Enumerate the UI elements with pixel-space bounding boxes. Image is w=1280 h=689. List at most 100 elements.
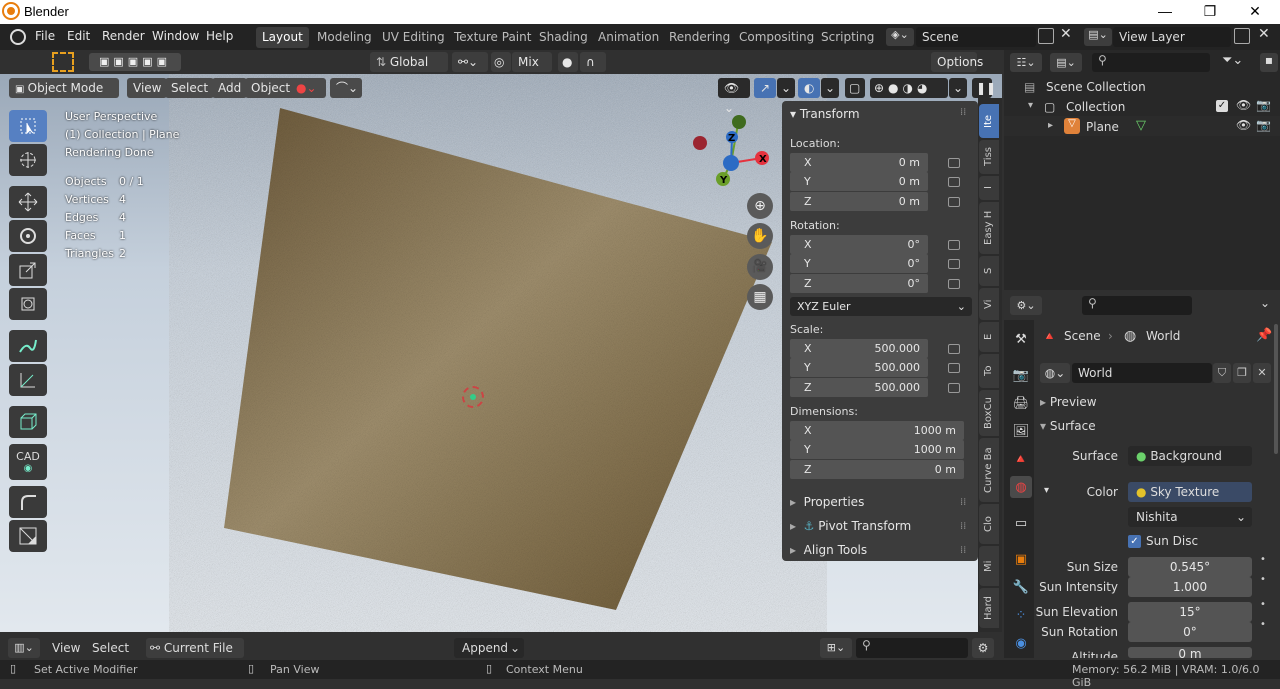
fake-user-shield-icon[interactable]: ⛉ [1213,363,1231,383]
object-menu[interactable]: Object [245,78,297,98]
tab-mi[interactable]: Mi [979,546,999,586]
slice-tool-icon[interactable] [9,520,47,552]
eye-icon[interactable]: 👁 [1236,118,1251,132]
overlay-dropdown-icon[interactable]: ⌄ [821,78,839,98]
add-menu[interactable]: Add [212,78,248,98]
pan-hand-icon[interactable]: ✋ [747,223,773,249]
unlink-world-icon[interactable]: ✕ [1253,363,1271,383]
display-mode-grid-icon[interactable]: ⊞⌄ [820,638,852,658]
sun-size-field[interactable]: 0.545° [1128,557,1252,577]
properties-search-input[interactable]: ⚲ [1082,296,1192,315]
scale-tool-icon[interactable] [9,254,47,286]
sun-rotation-field[interactable]: 0° [1128,622,1252,642]
lock-icon[interactable] [948,259,960,269]
properties-editor-type-icon[interactable]: ⚙⌄ [1010,296,1042,315]
properties-panel-header[interactable]: ▸ Properties [790,495,864,509]
properties-options-icon[interactable]: ⌄ [1254,296,1276,315]
lock-icon[interactable] [948,197,960,207]
plane-label[interactable]: Plane [1086,120,1119,134]
proportional-edit-icon[interactable]: ● [558,52,578,72]
annotate-tool-icon[interactable] [9,330,47,362]
tab-item[interactable]: Ite [979,104,999,138]
transform-tool-icon[interactable] [9,288,47,320]
lock-icon[interactable] [948,363,960,373]
tab-compositing[interactable]: Compositing [733,27,820,48]
current-file-dropdown[interactable]: ⚯ Current File ⌄ [146,638,244,675]
keyframe-dot-icon[interactable]: • [1260,574,1266,585]
align-tools-header[interactable]: ▸ Align Tools [790,543,867,557]
keyframe-dot-icon[interactable]: • [1260,554,1266,565]
keyframe-dot-icon[interactable]: • [1260,619,1266,630]
tab-tissue[interactable]: Tiss [979,140,999,174]
navigation-gizmo[interactable]: X Y Z [688,110,778,194]
gizmo-dropdown-icon[interactable]: ⌄ [777,78,795,98]
camera-icon[interactable]: 📷 [1256,98,1271,112]
sky-type-dropdown[interactable]: Nishita ⌄ [1128,507,1252,527]
select-box-tool-icon[interactable] [9,110,47,142]
new-collection-icon[interactable]: ▪ [1260,53,1278,72]
snap-toggle-icon[interactable]: ◎ [491,52,511,72]
pause-render-icon[interactable]: ❚❚ [972,78,996,98]
expand-arrow-icon[interactable]: ▾ [1028,100,1033,111]
keyframe-dot-icon[interactable]: • [1260,599,1266,610]
modifier-tab-icon[interactable]: 🔧 [1010,576,1032,598]
surface-shader-field[interactable]: ● Background [1128,446,1252,466]
append-dropdown[interactable]: Append ⌄ [454,638,524,658]
tab-view[interactable]: Vi [979,288,999,320]
tab-uv-editing[interactable]: UV Editing [376,27,451,48]
sun-elevation-field[interactable]: 15° [1128,602,1252,622]
tab-hard-ops[interactable]: Hard [979,588,999,628]
object-mode-dropdown[interactable]: ▣ Object Mode ⌄ [9,78,119,117]
xray-toggle-icon[interactable]: ▢ [845,78,865,98]
dimensions-y-field[interactable]: Y 1000 m [790,440,964,459]
menu-edit[interactable]: Edit [67,29,90,43]
cad-tool-icon[interactable]: CAD ◉ [9,444,47,480]
pivot-transform-header[interactable]: ▸ ⚓ Pivot Transform [790,519,911,533]
view-layer-copy-icon[interactable] [1234,28,1250,44]
ortho-grid-icon[interactable]: ▦ [747,284,773,310]
lock-icon[interactable] [948,344,960,354]
duplicate-world-icon[interactable]: ❐ [1233,363,1251,383]
fillet-tool-icon[interactable] [9,486,47,518]
scene-browse-icon[interactable]: ◈⌄ [886,28,914,46]
object-tab-icon[interactable]: ▣ [1010,548,1032,570]
drag-handle-icon[interactable]: ⁞⁞ [960,521,966,532]
gizmo-toggle-icon[interactable]: ↗ [754,78,776,98]
display-mode-icon[interactable]: ▤⌄ [1050,53,1082,72]
collection-label[interactable]: Collection [1066,100,1125,114]
lock-icon[interactable] [948,177,960,187]
zoom-icon[interactable]: ⊕ [747,193,773,219]
surface-panel-header[interactable]: ▾ Surface [1040,419,1096,433]
lock-icon[interactable] [948,383,960,393]
select-box-tool-icon[interactable] [52,52,74,72]
menu-help[interactable]: Help [206,29,233,43]
tab-rendering[interactable]: Rendering [663,27,736,48]
lock-icon[interactable] [948,279,960,289]
world-tab-icon[interactable]: ◍ [1010,476,1032,498]
tab-texture-paint[interactable]: Texture Paint [448,27,537,48]
filter-icon[interactable]: ⏷⌄ [1222,53,1243,68]
physics-tab-icon[interactable]: ◉ [1010,632,1032,654]
tab-scripting[interactable]: Scripting [815,27,880,48]
scene-collection-label[interactable]: Scene Collection [1046,80,1146,94]
scene-name-field[interactable]: Scene [916,27,1036,47]
view-menu[interactable]: View [127,78,168,98]
location-z-field[interactable]: Z 0 m [790,192,928,211]
file-search-input[interactable]: ⚲ [856,638,968,658]
minimize-button[interactable]: — [1142,0,1188,24]
fb-select-menu[interactable]: Select [92,641,129,655]
rotate-tool-icon[interactable] [9,220,47,252]
rotation-mode-dropdown[interactable]: XYZ Euler ⌄ [790,297,972,316]
transform-header[interactable]: ▾ Transform [790,107,860,121]
tab-shading[interactable]: Shading [533,27,594,48]
tool-tab-icon[interactable]: ⚒ [1010,328,1032,350]
drag-handle-icon[interactable]: ⁞⁞ [960,497,966,508]
outliner-editor-type-icon[interactable]: ☷⌄ [1010,53,1042,72]
sun-disc-checkbox[interactable]: ✓ [1128,535,1141,548]
world-browse-icon[interactable]: ◍⌄ [1040,363,1070,383]
rotation-x-field[interactable]: X 0° [790,235,928,254]
settings-gear-icon[interactable]: ⚙ [972,638,994,658]
shading-dropdown-icon[interactable]: ⌄ [949,78,967,98]
view-layer-close-icon[interactable]: ✕ [1258,26,1270,42]
visibility-dropdown-icon[interactable]: 👁⌄ [718,78,750,115]
